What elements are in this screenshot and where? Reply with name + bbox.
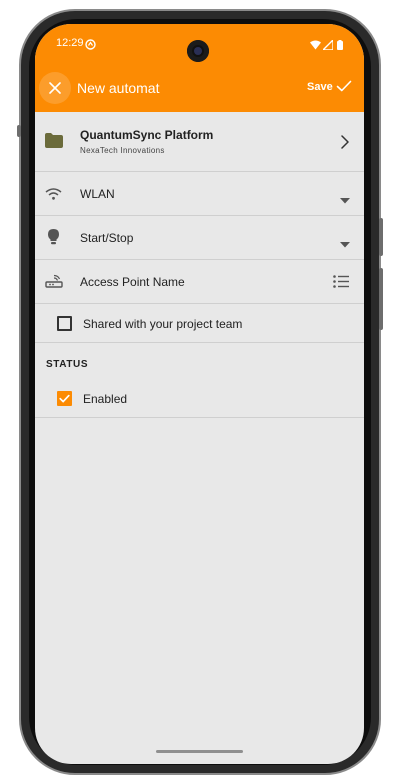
enabled-label: Enabled: [83, 392, 128, 406]
battery-status-icon: [337, 37, 343, 55]
status-section-header: STATUS: [46, 359, 89, 370]
router-icon: [45, 274, 63, 293]
lightbulb-icon: [48, 229, 59, 250]
enabled-row[interactable]: Enabled: [35, 380, 364, 418]
screen: 12:29 New automat Save QuantumSync Platf…: [35, 24, 364, 764]
platform-subtitle: NexaTech Innovations: [80, 146, 165, 155]
close-button[interactable]: [39, 72, 71, 104]
status-time: 12:29: [56, 37, 84, 49]
signal-status-icon: [321, 37, 334, 55]
wlan-label: WLAN: [80, 187, 115, 201]
save-check-icon[interactable]: [336, 79, 352, 97]
save-button[interactable]: Save: [307, 81, 333, 93]
power-button: [379, 268, 383, 330]
volume-button: [379, 218, 383, 256]
enabled-checkbox[interactable]: [57, 391, 72, 406]
gesture-navigation-bar[interactable]: [156, 750, 243, 753]
page-title: New automat: [77, 80, 160, 96]
apn-row[interactable]: Access Point Name: [35, 260, 364, 304]
front-camera: [187, 40, 209, 62]
dropdown-arrow-icon: [340, 191, 350, 209]
sync-status-icon: [85, 37, 96, 55]
list-icon[interactable]: [333, 275, 349, 293]
wifi-status-icon: [310, 37, 321, 55]
app-bar: 12:29 New automat Save: [35, 24, 364, 112]
start-stop-dropdown[interactable]: Start/Stop: [35, 216, 364, 260]
shared-checkbox[interactable]: [57, 316, 72, 331]
shared-row[interactable]: Shared with your project team: [35, 304, 364, 343]
side-button-left: [17, 125, 21, 137]
wlan-dropdown[interactable]: WLAN: [35, 172, 364, 216]
wifi-icon: [45, 187, 62, 205]
folder-icon: [45, 133, 63, 153]
platform-title: QuantumSync Platform: [80, 128, 214, 142]
checkmark-icon: [59, 394, 70, 403]
apn-label: Access Point Name: [80, 275, 185, 289]
platform-row[interactable]: [35, 112, 364, 172]
close-icon: [49, 82, 61, 94]
chevron-right-icon: [341, 135, 349, 154]
start-stop-label: Start/Stop: [80, 231, 134, 245]
dropdown-arrow-icon: [340, 235, 350, 253]
shared-label: Shared with your project team: [83, 317, 243, 331]
